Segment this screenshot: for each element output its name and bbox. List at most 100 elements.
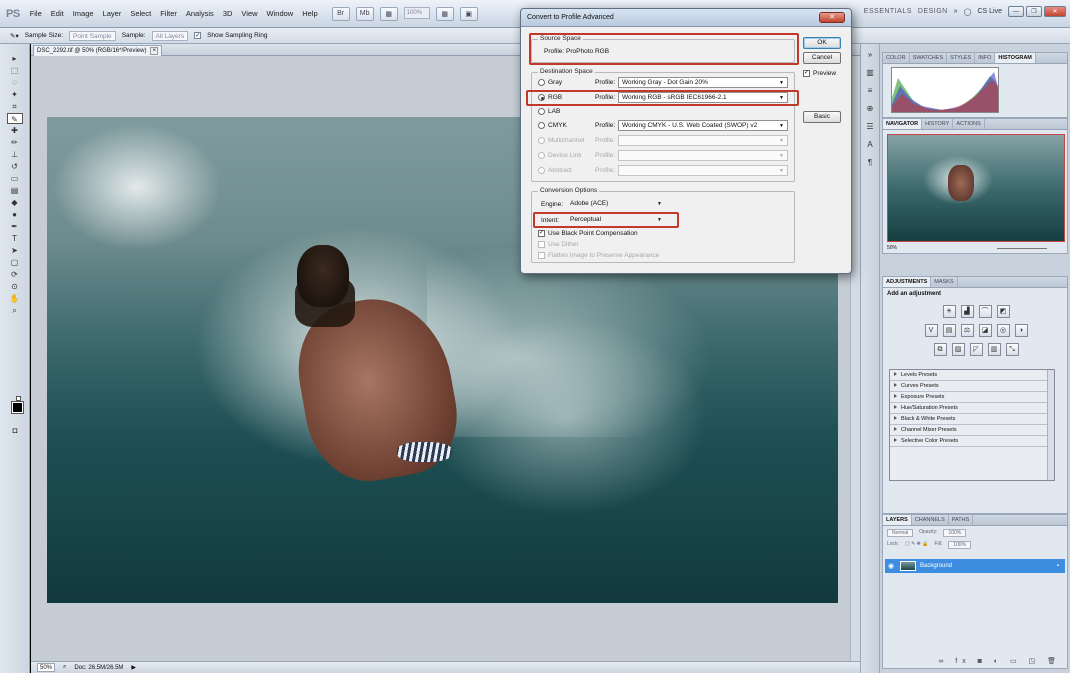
channel-mixer-icon[interactable]: ◑	[1014, 324, 1028, 337]
curves-icon[interactable]: ⌒	[978, 305, 992, 318]
layers-bottom-buttons[interactable]: ∞ fx ◙ ◐ ▭ ◳ 🗑	[938, 657, 1061, 665]
tab-channels[interactable]: CHANNELS	[912, 515, 949, 525]
histogram-panel-icon[interactable]: ▥	[864, 68, 876, 80]
radio-device-link[interactable]: Device Link	[538, 152, 582, 159]
tab-adjustments[interactable]: ADJUSTMENTS	[883, 277, 932, 287]
close-app-button[interactable]: ✕	[1044, 6, 1066, 17]
preset-hue-saturation[interactable]: Hue/Saturation Presets	[890, 403, 1054, 414]
blur-tool-icon[interactable]: ◆	[7, 197, 23, 208]
preset-black-white[interactable]: Black & White Presets	[890, 414, 1054, 425]
menu-select[interactable]: Select	[130, 9, 151, 18]
gradient-map-icon[interactable]: ▥	[987, 343, 1001, 356]
cs-live-button[interactable]: CS Live	[977, 8, 1002, 15]
intent-dropdown[interactable]: Perceptual ▼	[567, 215, 665, 226]
shape-tool-icon[interactable]: ▢	[7, 257, 23, 268]
tab-actions[interactable]: ACTIONS	[953, 119, 985, 129]
workspace-design[interactable]: DESIGN	[918, 8, 948, 15]
presets-scrollbar[interactable]	[1047, 370, 1054, 480]
menu-layer[interactable]: Layer	[103, 9, 122, 18]
navigator-zoom-value[interactable]: 50%	[887, 245, 897, 251]
menu-image[interactable]: Image	[73, 9, 94, 18]
menu-filter[interactable]: Filter	[160, 9, 177, 18]
threshold-icon[interactable]: ◸	[969, 343, 983, 356]
exposure-icon[interactable]: ◩	[996, 305, 1010, 318]
cs-live-icon[interactable]: ◯	[964, 8, 972, 16]
gradient-tool-icon[interactable]: ▤	[7, 185, 23, 196]
ok-button[interactable]: OK	[803, 37, 841, 49]
preview-checkbox[interactable]: ✓ Preview	[803, 70, 836, 77]
menu-help[interactable]: Help	[302, 9, 317, 18]
spot-healing-tool-icon[interactable]: ✚	[7, 125, 23, 136]
history-brush-tool-icon[interactable]: ↺	[7, 161, 23, 172]
rgb-profile-dropdown[interactable]: Working RGB - sRGB IEC61966-2.1 ▼	[618, 92, 788, 103]
3d-orbit-tool-icon[interactable]: ⊙	[7, 281, 23, 292]
opacity-field[interactable]: 100%	[943, 529, 967, 537]
menu-file[interactable]: File	[30, 9, 42, 18]
lock-icons[interactable]: ▢ ✎ ✥ 🔒	[905, 541, 929, 549]
flatten-image-checkbox[interactable]: Flatten Image to Preserve Appearance	[538, 252, 659, 259]
hand-tool-icon[interactable]: ✋	[7, 293, 23, 304]
radio-lab[interactable]: LAB	[538, 108, 560, 115]
device-link-profile-dropdown[interactable]: ▼	[618, 150, 788, 161]
preset-exposure[interactable]: Exposure Presets	[890, 392, 1054, 403]
color-balance-icon[interactable]: ⚖	[960, 324, 974, 337]
gray-profile-dropdown[interactable]: Working Gray - Dot Gain 20% ▼	[618, 77, 788, 88]
posterize-icon[interactable]: ▨	[951, 343, 965, 356]
radio-rgb[interactable]: RGB	[538, 94, 562, 101]
checkbox-unchecked[interactable]	[538, 241, 545, 248]
zoom-level-dropdown[interactable]: 100%	[403, 6, 430, 19]
menu-3d[interactable]: 3D	[223, 9, 233, 18]
crop-tool-icon[interactable]: ⌗	[7, 101, 23, 112]
clone-source-panel-icon[interactable]: ⊕	[864, 104, 876, 116]
arrange-documents-button[interactable]: ▦	[435, 6, 454, 21]
vibrance-icon[interactable]: V	[924, 324, 938, 337]
levels-icon[interactable]: ▟	[960, 305, 974, 318]
preset-channel-mixer[interactable]: Channel Mixer Presets	[890, 425, 1054, 436]
cmyk-profile-dropdown[interactable]: Working CMYK - U.S. Web Coated (SWOP) v2…	[618, 120, 788, 131]
cancel-button[interactable]: Cancel	[803, 52, 841, 64]
checkbox-checked[interactable]: ✓	[538, 230, 545, 237]
radio-gray[interactable]: Gray	[538, 79, 562, 86]
show-sampling-ring-checkbox[interactable]: ✓	[194, 32, 202, 39]
tab-info[interactable]: INFO	[975, 53, 996, 63]
screen-mode-button[interactable]: ▣	[459, 6, 478, 21]
panel-strip-grip-icon[interactable]: »	[864, 50, 876, 62]
radio-cmyk[interactable]: CMYK	[538, 122, 567, 129]
tab-navigator[interactable]: NAVIGATOR	[883, 119, 923, 129]
eraser-tool-icon[interactable]: ▭	[7, 173, 23, 184]
launch-bridge-button[interactable]: Br	[331, 6, 350, 21]
minimize-button[interactable]: —	[1008, 6, 1024, 17]
radio-lab-button[interactable]	[538, 108, 545, 115]
3d-rotate-tool-icon[interactable]: ⟳	[7, 269, 23, 280]
view-extras-button[interactable]: ▦	[379, 6, 398, 21]
radio-multichannel[interactable]: Multichannel	[538, 137, 585, 144]
sample-size-dropdown[interactable]: Point Sample	[69, 30, 116, 41]
checkbox-checked[interactable]: ✓	[803, 70, 810, 77]
zoom-tool-icon[interactable]: ⌕	[7, 305, 23, 316]
sample-dropdown[interactable]: All Layers	[151, 30, 189, 41]
character-panel-icon[interactable]: A	[864, 140, 876, 152]
hue-saturation-icon[interactable]: ▤	[942, 324, 956, 337]
radio-cmyk-button[interactable]	[538, 122, 545, 129]
engine-dropdown[interactable]: Adobe (ACE) ▼	[567, 199, 665, 210]
abstract-profile-dropdown[interactable]: ▼	[618, 165, 788, 176]
type-tool-icon[interactable]: T	[7, 233, 23, 244]
clone-stamp-tool-icon[interactable]: ⊥	[7, 149, 23, 160]
tab-history[interactable]: HISTORY	[922, 119, 954, 129]
blend-mode-dropdown[interactable]: Normal	[887, 529, 914, 537]
menu-analysis[interactable]: Analysis	[186, 9, 214, 18]
tab-swatches[interactable]: SWATCHES	[910, 53, 948, 63]
selective-color-icon[interactable]: ⤡	[1005, 343, 1019, 356]
multichannel-profile-dropdown[interactable]: ▼	[618, 135, 788, 146]
radio-multichannel-button[interactable]	[538, 137, 545, 144]
radio-rgb-button[interactable]	[538, 94, 545, 101]
tab-color[interactable]: COLOR	[883, 53, 910, 63]
navigator-preview[interactable]	[887, 134, 1065, 242]
tab-paths[interactable]: PATHS	[949, 515, 974, 525]
eyedropper-tool-icon[interactable]: ✎	[6, 113, 23, 124]
tool-presets-panel-icon[interactable]: ☰	[864, 122, 876, 134]
radio-device-link-button[interactable]	[538, 152, 545, 159]
quick-selection-tool-icon[interactable]: ✦	[7, 89, 23, 100]
tab-histogram[interactable]: HISTOGRAM	[995, 53, 1036, 63]
black-white-icon[interactable]: ◪	[978, 324, 992, 337]
